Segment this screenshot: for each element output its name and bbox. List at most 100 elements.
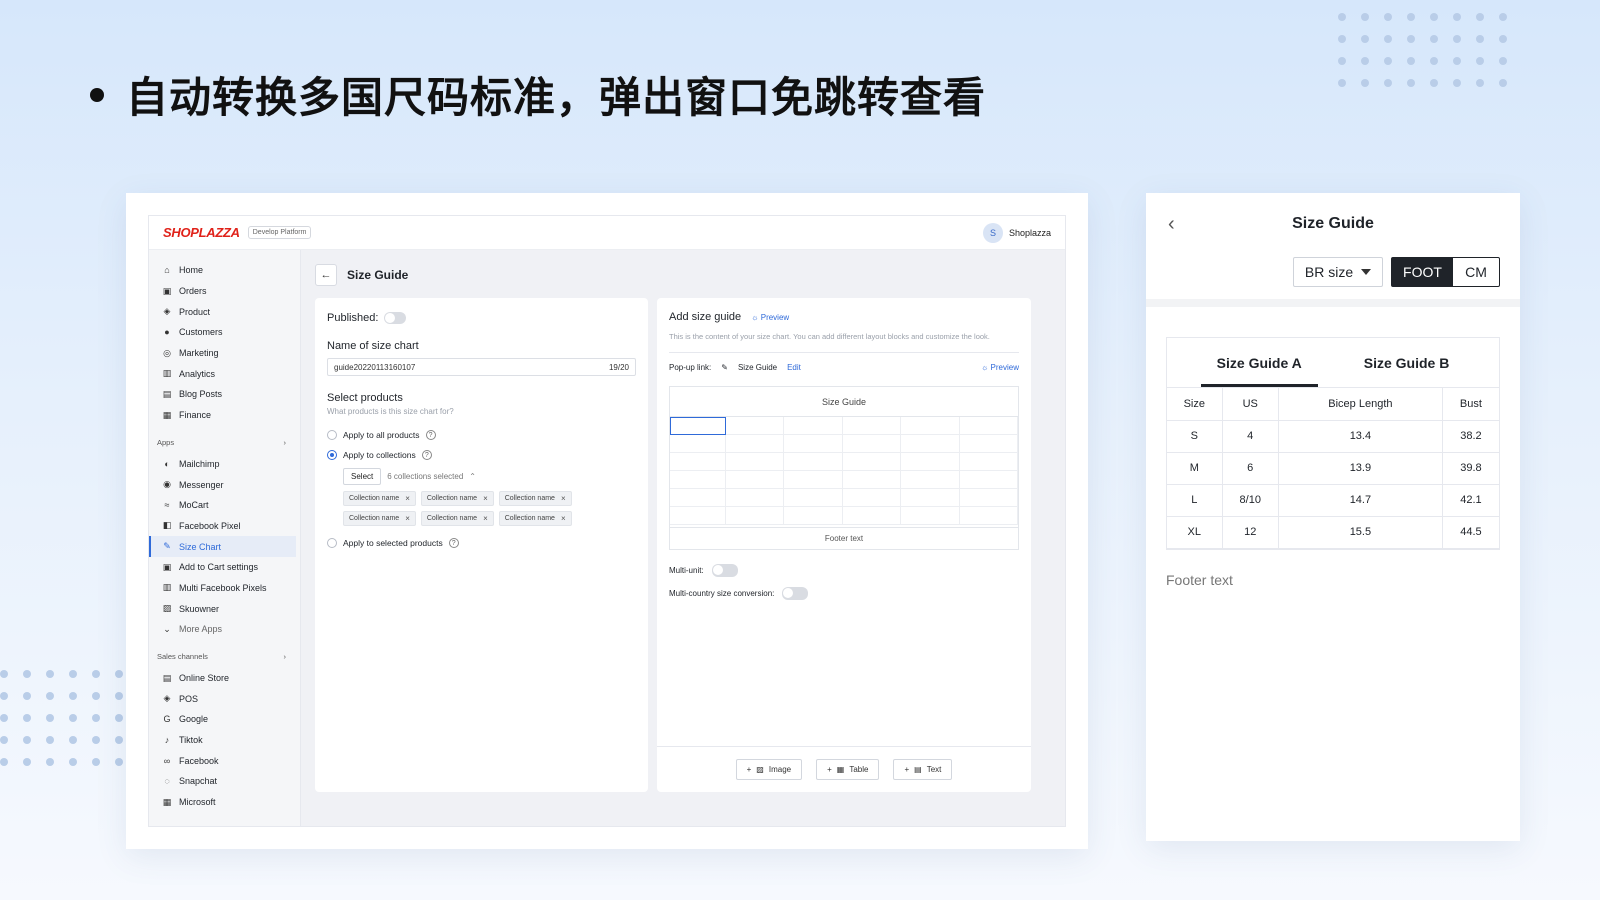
sidebar-item-facebook[interactable]: ∞ Facebook (149, 750, 300, 771)
grid-cell[interactable] (901, 489, 960, 508)
sidebar-item-marketing[interactable]: ◎ Marketing (149, 343, 300, 364)
add-text-button[interactable]: + ▤ Text (893, 759, 953, 780)
sidebar-item-microsoft[interactable]: ▦ Microsoft (149, 792, 300, 813)
grid-cell[interactable] (670, 435, 726, 454)
sidebar-item-add-to-cart-settings[interactable]: ▣ Add to Cart settings (149, 557, 300, 578)
grid-cell[interactable] (784, 489, 843, 508)
grid-cell[interactable] (842, 417, 902, 436)
chevron-up-icon[interactable]: ⌃ (469, 472, 476, 481)
sidebar-item-tiktok[interactable]: ♪ Tiktok (149, 730, 300, 751)
name-input[interactable]: guide20220113160107 19/20 (327, 358, 636, 376)
grid-cell[interactable] (959, 489, 1018, 508)
user-menu[interactable]: S Shoplazza (982, 222, 1051, 243)
sidebar-item-mailchimp[interactable]: ◐ Mailchimp (149, 454, 300, 475)
sidebar-item-size-chart[interactable]: ✎ Size Chart (149, 536, 296, 557)
grid-cell[interactable] (959, 417, 1018, 436)
radio-all-products[interactable]: Apply to all products ? (327, 430, 636, 440)
grid-cell[interactable] (901, 417, 960, 436)
grid-cell[interactable] (726, 471, 785, 490)
grid-cell[interactable] (670, 489, 726, 508)
sales-channels-section-header[interactable]: Sales channels › (149, 646, 300, 668)
grid-cell[interactable] (726, 417, 785, 436)
grid-cell[interactable] (842, 453, 902, 472)
close-icon[interactable]: × (405, 494, 410, 503)
tab-size-guide-b[interactable]: Size Guide B (1348, 338, 1466, 387)
close-icon[interactable]: × (483, 514, 488, 523)
grid-cell[interactable] (726, 435, 785, 454)
size-guide-grid[interactable]: Size Guide Footer text (669, 386, 1019, 551)
sidebar-item-snapchat[interactable]: ◌ Snapchat (149, 771, 300, 792)
sidebar-item-facebook-pixel[interactable]: ◧ Facebook Pixel (149, 516, 300, 537)
sidebar-item-mocart[interactable]: ≈ MoCart (149, 495, 300, 516)
grid-cell[interactable] (726, 489, 785, 508)
published-toggle[interactable] (384, 312, 407, 324)
preview-link-2[interactable]: ☼ Preview (981, 363, 1019, 372)
grid-cell[interactable] (842, 471, 902, 490)
sidebar-item-messenger[interactable]: ◉ Messenger (149, 474, 300, 495)
grid-cell[interactable] (842, 435, 902, 454)
sidebar-item-multi-facebook-pixels[interactable]: ▥ Multi Facebook Pixels (149, 578, 300, 599)
sidebar-item-google[interactable]: G Google (149, 709, 300, 730)
grid-cell[interactable] (784, 435, 843, 454)
sidebar-item-blog-posts[interactable]: ▤ Blog Posts (149, 384, 300, 405)
add-image-button[interactable]: + ▨ Image (735, 759, 803, 780)
grid-cells[interactable] (670, 417, 1018, 526)
sidebar-item-product[interactable]: ◈ Product (149, 301, 300, 322)
sidebar-item-more-apps[interactable]: ⌄ More Apps (149, 619, 300, 640)
grid-cell[interactable] (670, 507, 726, 526)
popup-controls: BR size FOOT CM (1293, 257, 1500, 287)
close-icon[interactable]: × (483, 494, 488, 503)
sidebar-item-analytics[interactable]: ▥ Analytics (149, 363, 300, 384)
help-icon[interactable]: ? (425, 430, 436, 440)
radio-button[interactable] (327, 430, 337, 440)
grid-cell[interactable] (784, 453, 843, 472)
grid-cell[interactable] (726, 507, 785, 526)
apps-section-header[interactable]: Apps › (149, 432, 300, 454)
sidebar-item-pos[interactable]: ◈ POS (149, 688, 300, 709)
grid-cell[interactable] (726, 453, 785, 472)
multi-unit-toggle[interactable] (711, 564, 738, 578)
close-icon[interactable]: × (405, 514, 410, 523)
close-icon[interactable]: × (561, 514, 566, 523)
unit-foot-button[interactable]: FOOT (1392, 258, 1453, 286)
grid-cell[interactable] (670, 453, 726, 472)
grid-cell[interactable] (784, 417, 843, 436)
select-collections-button[interactable]: Select (343, 468, 382, 485)
grid-cell[interactable] (901, 453, 960, 472)
back-button[interactable]: ← (315, 264, 337, 286)
grid-cell[interactable] (784, 471, 843, 490)
grid-cell[interactable] (959, 435, 1018, 454)
sidebar-item-customers[interactable]: ● Customers (149, 322, 300, 343)
radio-selected-products[interactable]: Apply to selected products ? (327, 538, 636, 548)
preview-link[interactable]: ☼ Preview (751, 313, 789, 322)
grid-cell[interactable] (901, 471, 960, 490)
grid-cell[interactable] (670, 471, 726, 490)
grid-cell[interactable] (842, 489, 902, 508)
grid-cell[interactable] (959, 453, 1018, 472)
close-icon[interactable]: × (561, 494, 566, 503)
grid-cell[interactable] (784, 507, 843, 526)
edit-link[interactable]: Edit (787, 363, 801, 372)
grid-cell[interactable] (959, 507, 1018, 526)
add-table-button[interactable]: + ▦ Table (816, 759, 880, 780)
size-standard-dropdown[interactable]: BR size (1293, 257, 1383, 287)
brand-logo[interactable]: SHOPLAZZA (163, 225, 240, 240)
radio-button-selected[interactable] (327, 450, 337, 460)
grid-cell[interactable] (901, 435, 960, 454)
grid-cell[interactable] (959, 471, 1018, 490)
radio-collections[interactable]: Apply to collections ? (327, 450, 636, 460)
grid-cell[interactable] (842, 507, 902, 526)
sidebar-item-skuowner[interactable]: ▨ Skuowner (149, 598, 300, 619)
help-icon[interactable]: ? (448, 538, 459, 548)
tab-size-guide-a[interactable]: Size Guide A (1200, 338, 1318, 387)
radio-button[interactable] (327, 538, 337, 548)
sidebar-item-finance[interactable]: ▦ Finance (149, 405, 300, 426)
help-icon[interactable]: ? (421, 450, 432, 460)
sidebar-item-home[interactable]: ⌂ Home (149, 260, 300, 281)
sidebar-item-online-store[interactable]: ▤ Online Store (149, 668, 300, 689)
unit-cm-button[interactable]: CM (1453, 258, 1499, 286)
multi-country-toggle[interactable] (782, 587, 809, 601)
grid-cell[interactable] (901, 507, 960, 526)
grid-cell-selected[interactable] (670, 417, 726, 436)
sidebar-item-orders[interactable]: ▣ Orders (149, 281, 300, 302)
